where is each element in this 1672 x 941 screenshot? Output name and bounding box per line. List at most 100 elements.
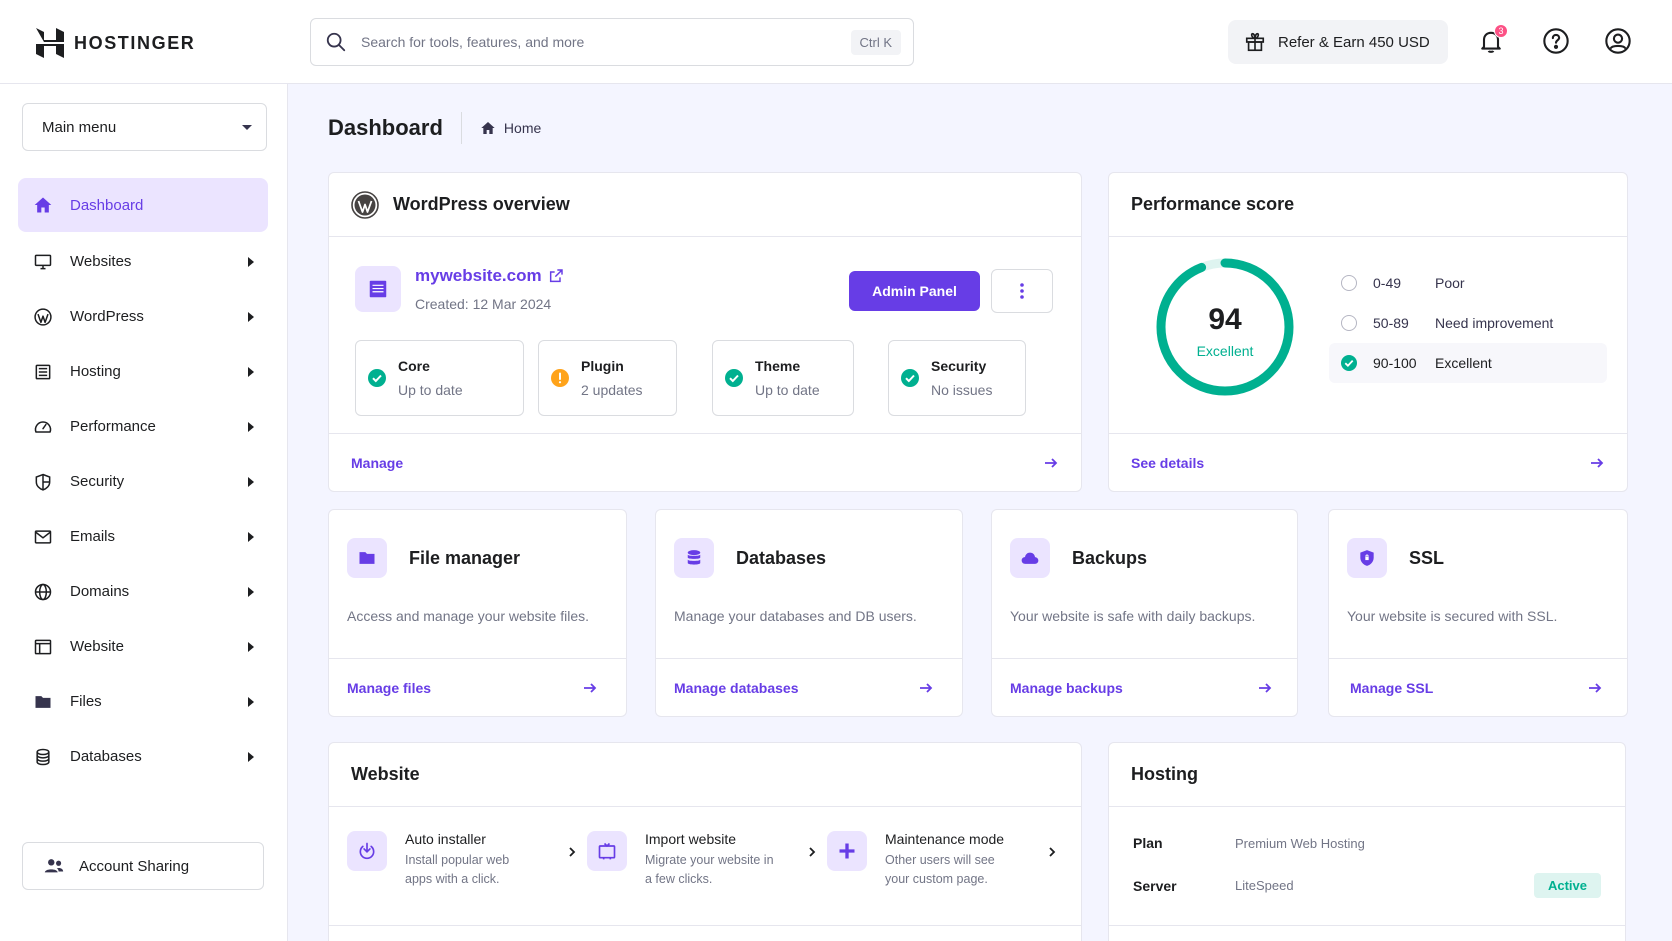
check-circle-icon bbox=[725, 369, 743, 387]
search-shortcut-badge: Ctrl K bbox=[850, 29, 901, 55]
legend-label: Need improvement bbox=[1435, 315, 1554, 331]
arrow-right-icon bbox=[1045, 457, 1058, 468]
auto-installer-item[interactable]: Auto installer Install popular web apps w… bbox=[347, 831, 577, 901]
users-icon bbox=[44, 859, 64, 873]
tool-header: Backups bbox=[1010, 538, 1147, 578]
tool-header: SSL bbox=[1347, 538, 1444, 578]
wordpress-overview-card: WordPress overview mywebsite.com Created… bbox=[328, 172, 1082, 492]
warning-circle-icon bbox=[551, 369, 569, 387]
radio-empty-icon bbox=[1341, 275, 1357, 291]
hosting-card: Hosting Plan Premium Web Hosting Server … bbox=[1108, 742, 1626, 941]
refer-and-earn-button[interactable]: Refer & Earn 450 USD bbox=[1228, 20, 1448, 64]
databases-card: Databases Manage your databases and DB u… bbox=[655, 509, 963, 717]
sidebar-item-websites[interactable]: Websites bbox=[18, 234, 268, 289]
card-header: Performance score bbox=[1109, 173, 1627, 237]
status-theme: Theme Up to date bbox=[712, 340, 854, 416]
card-title: Hosting bbox=[1131, 764, 1198, 784]
account-button[interactable] bbox=[1603, 26, 1633, 56]
manage-link[interactable]: Manage bbox=[329, 433, 1081, 491]
maintenance-mode-item[interactable]: Maintenance mode Other users will see you… bbox=[827, 831, 1057, 901]
wordpress-icon bbox=[32, 306, 54, 328]
manage-files-link[interactable]: Manage files bbox=[329, 658, 626, 716]
caret-right-icon bbox=[248, 586, 254, 597]
card-divider bbox=[329, 925, 1081, 926]
sidebar-item-files[interactable]: Files bbox=[18, 674, 268, 729]
feature-title: Auto installer bbox=[405, 831, 486, 847]
sidebar-item-performance[interactable]: Performance bbox=[18, 399, 268, 454]
caret-right-icon bbox=[248, 366, 254, 377]
performance-score-value: 94 bbox=[1208, 303, 1242, 336]
import-website-item[interactable]: Import website Migrate your website in a … bbox=[587, 831, 817, 901]
external-link-icon bbox=[549, 269, 563, 283]
sidebar-item-label: WordPress bbox=[70, 308, 144, 325]
account-sharing-label: Account Sharing bbox=[79, 857, 190, 875]
help-button[interactable] bbox=[1541, 26, 1571, 56]
sidebar-item-label: Websites bbox=[70, 253, 132, 270]
sidebar-item-website[interactable]: Website bbox=[18, 619, 268, 674]
page-header: Dashboard Home bbox=[328, 112, 541, 144]
shield-lock-icon bbox=[1347, 538, 1387, 578]
feature-subtitle: Migrate your website in a few clicks. bbox=[645, 853, 774, 886]
legend-label: Excellent bbox=[1435, 355, 1492, 371]
sidebar-item-label: Files bbox=[70, 693, 102, 710]
backups-card: Backups Your website is safe with daily … bbox=[991, 509, 1298, 717]
check-circle-icon bbox=[901, 369, 919, 387]
website-page-icon bbox=[369, 280, 387, 298]
mail-icon bbox=[32, 526, 54, 548]
help-circle-icon bbox=[1543, 28, 1569, 54]
manage-databases-link[interactable]: Manage databases bbox=[656, 658, 962, 716]
sidebar-item-wordpress[interactable]: WordPress bbox=[18, 289, 268, 344]
card-header: Hosting bbox=[1109, 743, 1625, 807]
card-title: WordPress overview bbox=[393, 194, 570, 214]
tool-header: File manager bbox=[347, 538, 520, 578]
tool-title: SSL bbox=[1409, 547, 1445, 568]
folder-icon bbox=[32, 691, 54, 713]
score-legend: 0-49 Poor 50-89 Need improvement 90-100 … bbox=[1329, 263, 1607, 383]
notifications-button[interactable]: 3 bbox=[1476, 24, 1508, 56]
arrow-right-icon bbox=[584, 682, 597, 693]
status-security: Security No issues bbox=[888, 340, 1026, 416]
see-details-link[interactable]: See details bbox=[1109, 433, 1627, 491]
arrow-right-icon bbox=[1591, 457, 1604, 468]
more-options-button[interactable] bbox=[991, 269, 1053, 313]
brand-name: HOSTINGER bbox=[74, 32, 196, 53]
sidebar-item-label: Domains bbox=[70, 583, 130, 600]
server-icon bbox=[32, 361, 54, 383]
monitor-icon bbox=[32, 251, 54, 273]
caret-right-icon bbox=[248, 641, 254, 652]
cloud-icon bbox=[1010, 538, 1050, 578]
search-bar[interactable]: Ctrl K bbox=[310, 18, 914, 66]
sidebar-item-dashboard[interactable]: Dashboard bbox=[18, 178, 268, 232]
main-menu-select[interactable]: Main menu bbox=[22, 103, 267, 151]
radio-empty-icon bbox=[1341, 315, 1357, 331]
sidebar-item-domains[interactable]: Domains bbox=[18, 564, 268, 619]
site-name: mywebsite.com bbox=[415, 266, 542, 285]
account-sharing-button[interactable]: Account Sharing bbox=[22, 842, 264, 890]
admin-panel-button[interactable]: Admin Panel bbox=[849, 271, 980, 311]
sidebar-item-security[interactable]: Security bbox=[18, 454, 268, 509]
site-created-date: Created: 12 Mar 2024 bbox=[415, 296, 552, 312]
maintenance-icon bbox=[827, 831, 867, 871]
breadcrumb[interactable]: Home bbox=[480, 120, 541, 136]
refer-label: Refer & Earn 450 USD bbox=[1278, 33, 1430, 51]
caret-right-icon bbox=[248, 696, 254, 707]
tool-description: Your website is safe with daily backups. bbox=[1010, 608, 1256, 624]
search-input[interactable] bbox=[361, 34, 851, 50]
performance-score-card: Performance score 94 Excellent 0-49 Poor… bbox=[1108, 172, 1628, 492]
sidebar: Main menu Dashboard Websites WordPress H… bbox=[0, 84, 288, 941]
globe-icon bbox=[32, 581, 54, 603]
sidebar-item-databases[interactable]: Databases bbox=[18, 729, 268, 784]
brand-logo[interactable]: HOSTINGER bbox=[36, 28, 195, 58]
home-icon bbox=[481, 122, 495, 134]
status-title: Security bbox=[931, 358, 987, 374]
manage-backups-link[interactable]: Manage backups bbox=[992, 658, 1297, 716]
legend-row-poor: 0-49 Poor bbox=[1329, 263, 1607, 303]
site-link[interactable]: mywebsite.com bbox=[415, 266, 564, 286]
manage-ssl-link[interactable]: Manage SSL bbox=[1329, 658, 1627, 716]
legend-range: 0-49 bbox=[1373, 275, 1402, 291]
sidebar-item-emails[interactable]: Emails bbox=[18, 509, 268, 564]
chevron-right-icon bbox=[1049, 847, 1056, 857]
hostinger-logo-icon bbox=[36, 28, 64, 58]
status-subtitle: Up to date bbox=[398, 382, 463, 398]
sidebar-item-hosting[interactable]: Hosting bbox=[18, 344, 268, 399]
